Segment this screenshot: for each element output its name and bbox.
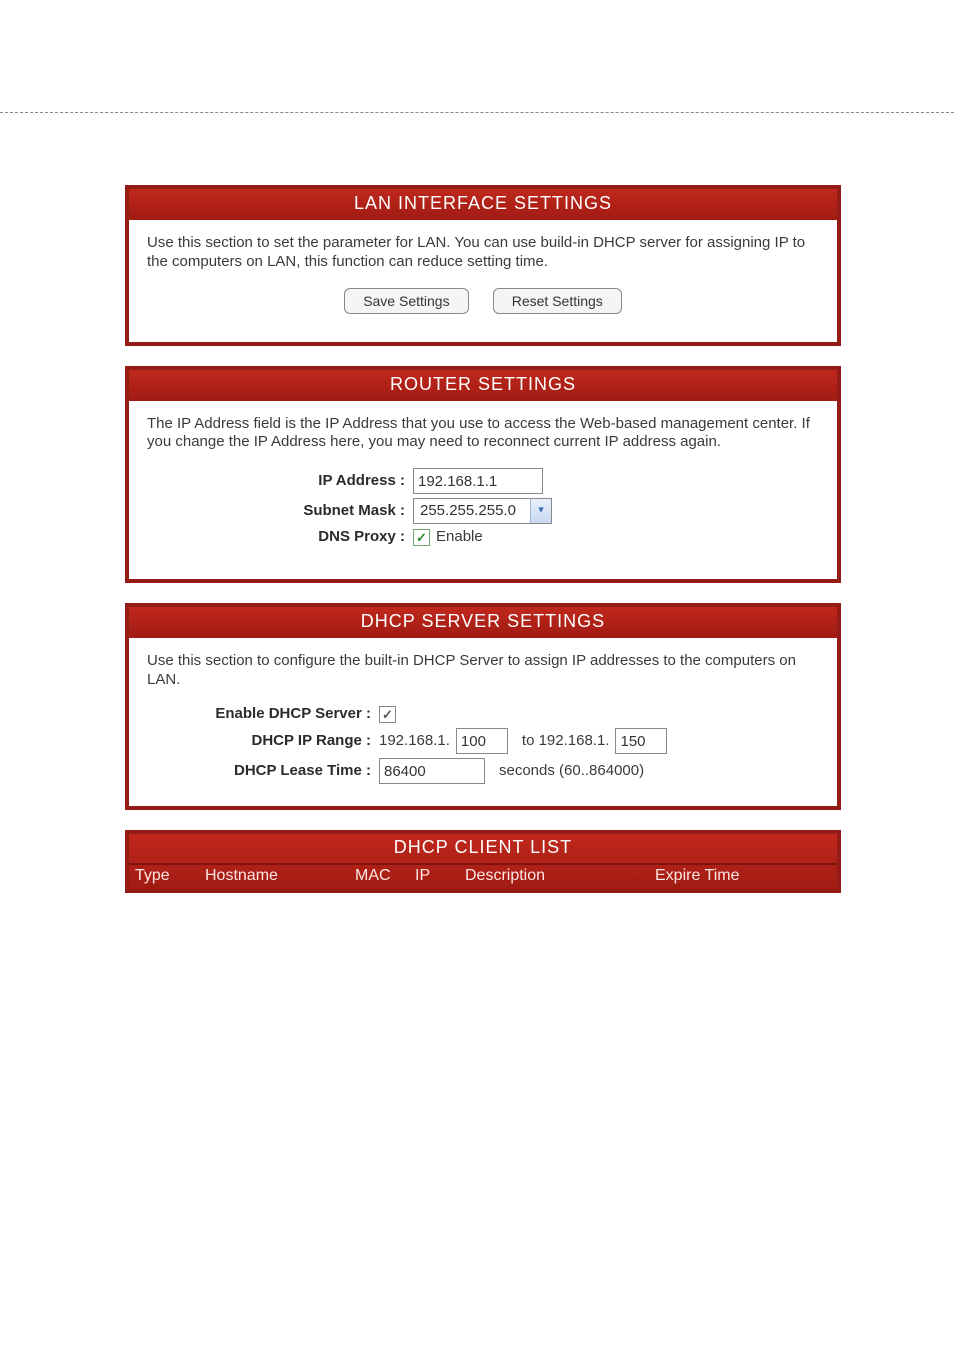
column-expire-time: Expire Time xyxy=(655,867,833,885)
enable-dhcp-label: Enable DHCP Server : xyxy=(147,705,379,724)
dhcp-lease-suffix: seconds (60..864000) xyxy=(499,762,644,781)
enable-dhcp-checkbox[interactable] xyxy=(379,706,396,723)
column-hostname: Hostname xyxy=(205,867,355,885)
router-settings-title: ROUTER SETTINGS xyxy=(129,370,837,401)
dhcp-client-list-header: Type Hostname MAC IP Description Expire … xyxy=(129,863,837,889)
page-divider xyxy=(0,112,954,113)
subnet-mask-value: 255.255.255.0 xyxy=(414,499,530,523)
dhcp-ip-range-label: DHCP IP Range : xyxy=(147,732,379,751)
lan-description: Use this section to set the parameter fo… xyxy=(147,234,819,272)
column-type: Type xyxy=(135,867,205,885)
dns-proxy-checkbox[interactable] xyxy=(413,529,430,546)
dhcp-description: Use this section to configure the built-… xyxy=(147,652,819,690)
dhcp-lease-time-label: DHCP Lease Time : xyxy=(147,762,379,781)
lan-interface-title: LAN INTERFACE SETTINGS xyxy=(129,189,837,220)
dns-proxy-enable-label: Enable xyxy=(436,528,483,547)
dhcp-range-to-label: to 192.168.1. xyxy=(522,732,610,751)
dhcp-range-end-input[interactable] xyxy=(615,728,667,754)
subnet-mask-select[interactable]: 255.255.255.0 ▾ xyxy=(413,498,552,524)
router-description: The IP Address field is the IP Address t… xyxy=(147,415,819,453)
lan-interface-panel: LAN INTERFACE SETTINGS Use this section … xyxy=(125,185,841,346)
dhcp-range-prefix-1: 192.168.1. xyxy=(379,732,450,751)
dhcp-server-title: DHCP SERVER SETTINGS xyxy=(129,607,837,638)
dhcp-server-panel: DHCP SERVER SETTINGS Use this section to… xyxy=(125,603,841,810)
column-mac: MAC xyxy=(355,867,415,885)
dhcp-range-start-input[interactable] xyxy=(456,728,508,754)
router-settings-panel: ROUTER SETTINGS The IP Address field is … xyxy=(125,366,841,583)
column-ip: IP xyxy=(415,867,465,885)
ip-address-label: IP Address : xyxy=(147,472,413,491)
dhcp-client-list-title: DHCP CLIENT LIST xyxy=(129,834,837,863)
reset-settings-button[interactable]: Reset Settings xyxy=(493,288,622,314)
dhcp-client-list-panel: DHCP CLIENT LIST Type Hostname MAC IP De… xyxy=(125,830,841,893)
dns-proxy-label: DNS Proxy : xyxy=(147,528,413,547)
save-settings-button[interactable]: Save Settings xyxy=(344,288,468,314)
chevron-down-icon[interactable]: ▾ xyxy=(530,499,551,523)
ip-address-input[interactable] xyxy=(413,468,543,494)
subnet-mask-label: Subnet Mask : xyxy=(147,502,413,521)
column-description: Description xyxy=(465,867,655,885)
dhcp-lease-time-input[interactable] xyxy=(379,758,485,784)
